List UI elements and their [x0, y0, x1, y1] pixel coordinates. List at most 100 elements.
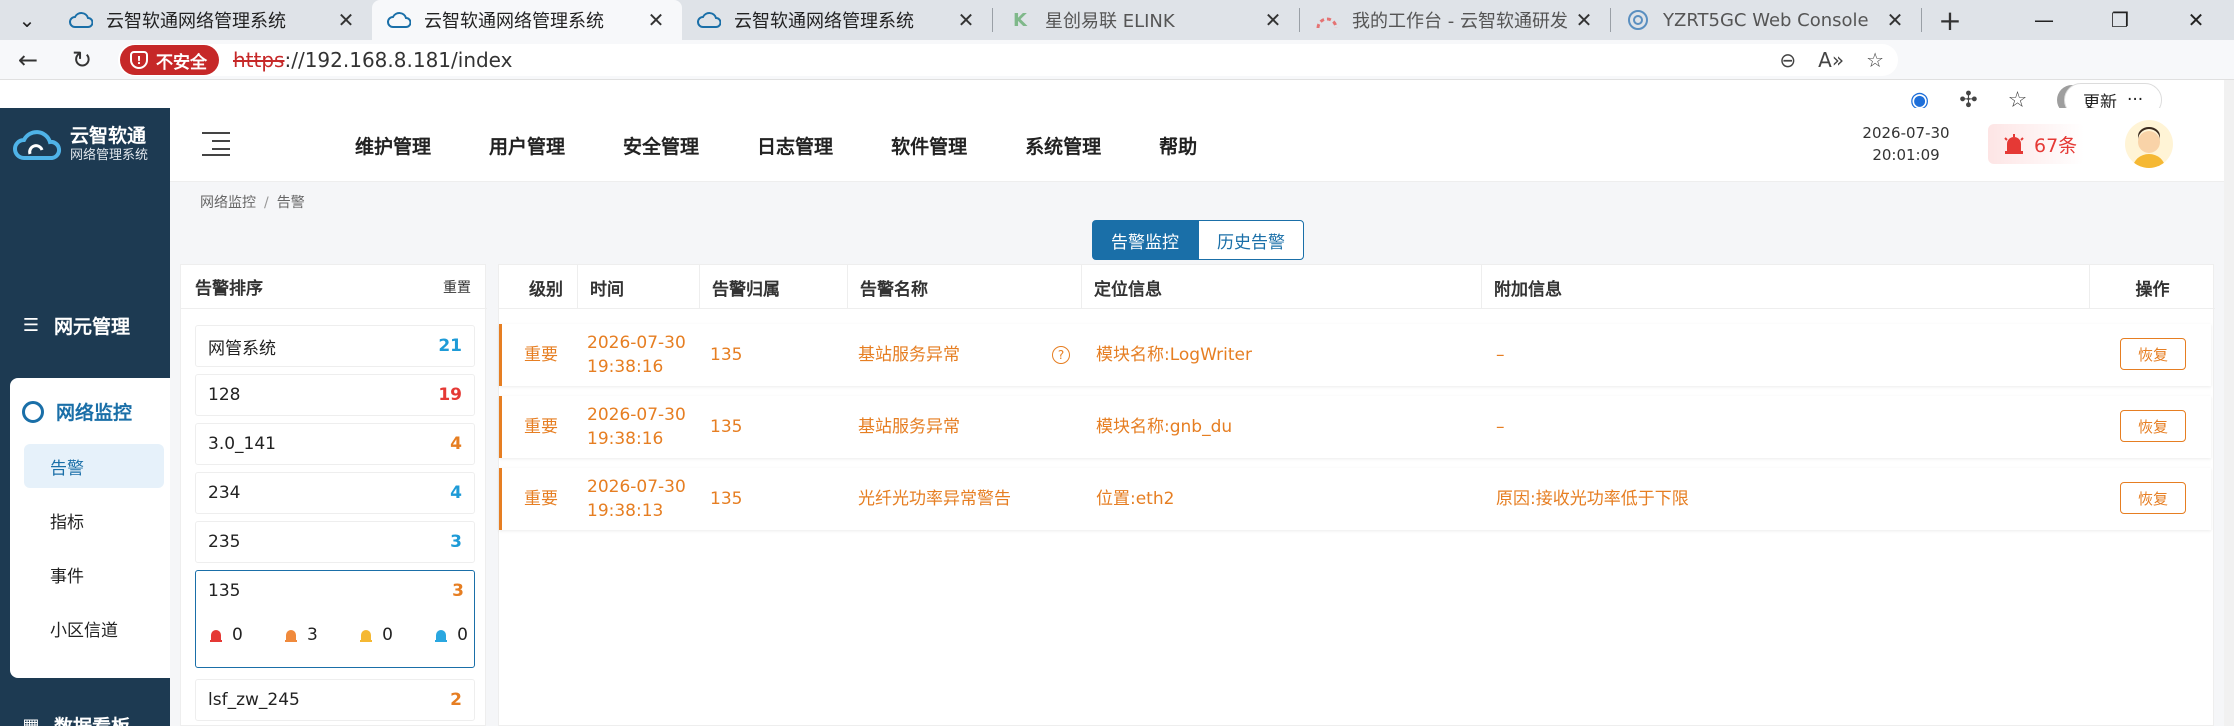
rank-item[interactable]: 128 19	[195, 374, 475, 416]
severity-warning: 0	[433, 625, 468, 645]
table-row[interactable]: 重要 2026-07-30 19:38:13 135 光纤光功率异常警告 位置:…	[499, 468, 2211, 530]
top-nav: 维护管理 用户管理 安全管理 日志管理 软件管理 系统管理 帮助	[355, 108, 1255, 182]
restore-button[interactable]: 恢复	[2120, 482, 2186, 514]
tab-title: YZRT5GC Web Console	[1663, 9, 1869, 31]
breadcrumb-network-monitor[interactable]: 网络监控	[200, 195, 256, 211]
sidebar-item-data-board[interactable]: ▦ 数据看板	[20, 712, 130, 726]
rank-item[interactable]: 234 4	[195, 472, 475, 514]
new-tab-plus-icon[interactable]: +	[1922, 0, 1978, 40]
nav-system[interactable]: 系统管理	[1025, 132, 1101, 159]
ranking-reset-button[interactable]: 重置	[443, 277, 471, 297]
cell-name: 基站服务异常	[858, 345, 960, 365]
zoom-out-icon[interactable]: ⊖	[1779, 48, 1796, 72]
table-header: 级别 时间 告警归属 告警名称 定位信息 附加信息 操作	[499, 265, 2215, 309]
sidebar-item-network-monitor[interactable]: 网络监控	[22, 398, 132, 425]
rank-item[interactable]: 235 3	[195, 521, 475, 563]
cell-name: 基站服务异常	[858, 417, 960, 437]
close-icon[interactable]: ✕	[954, 8, 978, 32]
logo-title: 云智软通	[70, 125, 147, 147]
nav-software[interactable]: 软件管理	[891, 132, 967, 159]
close-icon[interactable]: ✕	[1572, 8, 1596, 32]
sidebar-subitem-alarm[interactable]: 告警	[24, 444, 164, 488]
cell-time: 2026-07-30 19:38:16	[587, 324, 686, 386]
reload-icon[interactable]: ↻	[56, 40, 108, 80]
sidebar-subitem-metrics[interactable]: 指标	[24, 498, 164, 542]
menu-fold-icon[interactable]	[202, 132, 230, 156]
severity-critical: 0	[208, 625, 243, 645]
minimize-icon[interactable]: —	[2006, 0, 2082, 40]
rank-item[interactable]: lsf_zw_245 2	[195, 679, 475, 721]
cell-level: 重要	[524, 417, 558, 437]
tab-alarm-history[interactable]: 历史告警	[1198, 220, 1304, 260]
cell-owner: 135	[710, 345, 743, 365]
cell-location: 模块名称:LogWriter	[1096, 345, 1252, 365]
severity-count: 0	[232, 625, 243, 645]
clock-time: 20:01:09	[1872, 146, 1940, 164]
rank-item-name: 235	[208, 532, 241, 552]
close-icon[interactable]: ✕	[644, 8, 668, 32]
browser-tab[interactable]: K 星创易联 ELINK ✕	[993, 0, 1299, 40]
tab-alarm-monitor[interactable]: 告警监控	[1092, 220, 1198, 260]
restore-button[interactable]: 恢复	[2120, 410, 2186, 442]
rank-item-count: 3	[450, 532, 462, 552]
minor-siren-icon	[360, 630, 373, 642]
restore-window-icon[interactable]: ❐	[2082, 0, 2158, 40]
read-aloud-icon[interactable]: A»	[1818, 48, 1844, 72]
favorite-star-icon[interactable]: ☆	[1866, 48, 1884, 72]
close-window-icon[interactable]: ✕	[2158, 0, 2234, 40]
help-question-icon[interactable]: ?	[1052, 346, 1070, 364]
omnibox-actions: ⊖ A» ☆	[1779, 44, 1884, 76]
url-text[interactable]: https://192.168.8.181/index	[233, 48, 512, 72]
nav-help[interactable]: 帮助	[1159, 132, 1197, 159]
rank-item[interactable]: 网管系统 21	[195, 325, 475, 367]
browser-tab-active[interactable]: 云智软通网络管理系统 ✕	[372, 0, 682, 40]
back-arrow-icon[interactable]: ←	[2, 40, 54, 80]
sidebar-subitem-events[interactable]: 事件	[24, 552, 164, 596]
warning-siren-icon	[435, 630, 448, 642]
nav-maintenance[interactable]: 维护管理	[355, 132, 431, 159]
nav-security[interactable]: 安全管理	[623, 132, 699, 159]
tab-title: 云智软通网络管理系统	[734, 11, 914, 32]
cell-owner: 135	[710, 489, 743, 509]
close-icon[interactable]: ✕	[1883, 8, 1907, 32]
major-siren-icon	[285, 630, 298, 642]
server-icon: ☰	[22, 315, 40, 336]
rank-item-name: 234	[208, 483, 241, 503]
tab-search-chevron-icon[interactable]: ⌄	[0, 0, 54, 40]
tab-title: 星创易联 ELINK	[1045, 11, 1175, 32]
browser-tab[interactable]: 我的工作台 - 云智软通研发 ✕	[1300, 0, 1610, 40]
breadcrumb: 网络监控 / 告警	[200, 195, 305, 211]
restore-button[interactable]: 恢复	[2120, 338, 2186, 370]
sidebar-item-ne-management[interactable]: ☰ 网元管理	[20, 312, 130, 339]
alarm-count-badge[interactable]: 67条	[1988, 124, 2084, 164]
close-icon[interactable]: ✕	[334, 8, 358, 32]
cell-level: 重要	[524, 345, 558, 365]
table-row[interactable]: 重要 2026-07-30 19:38:16 135 基站服务异常 ? 模块名称…	[499, 324, 2211, 386]
rank-item-selected[interactable]: 135 3 0 3 0 0	[195, 570, 475, 668]
user-avatar[interactable]	[2125, 120, 2173, 168]
subitem-label: 事件	[50, 566, 84, 587]
page-scrollbar[interactable]	[2224, 80, 2234, 726]
cell-extra: 原因:接收光功率低于下限	[1496, 489, 1689, 509]
rank-item[interactable]: 3.0_141 4	[195, 423, 475, 465]
severity-count: 0	[382, 625, 393, 645]
nav-logs[interactable]: 日志管理	[757, 132, 833, 159]
table-row[interactable]: 重要 2026-07-30 19:38:16 135 基站服务异常 模块名称:g…	[499, 396, 2211, 458]
dashboard-icon: ▦	[22, 715, 40, 726]
critical-siren-icon	[210, 630, 222, 642]
col-level: 级别	[529, 279, 563, 300]
rank-item-count: 4	[450, 434, 462, 454]
subitem-label: 告警	[50, 458, 84, 479]
browser-tab[interactable]: 云智软通网络管理系统 ✕	[54, 0, 372, 40]
sidebar-subitem-cell-channel[interactable]: 小区信道	[24, 606, 164, 650]
nav-users[interactable]: 用户管理	[489, 132, 565, 159]
url-omnibox[interactable]: ! 不安全 https://192.168.8.181/index ⊖ A» ☆	[118, 44, 1898, 76]
browser-tab[interactable]: 云智软通网络管理系统 ✕	[682, 0, 992, 40]
alarm-siren-icon	[2004, 134, 2024, 154]
browser-tab[interactable]: YZRT5GC Web Console ✕	[1611, 0, 1921, 40]
close-icon[interactable]: ✕	[1261, 8, 1285, 32]
col-extra: 附加信息	[1481, 265, 1562, 309]
cell-location: 位置:eth2	[1096, 489, 1175, 509]
cell-time: 2026-07-30 19:38:13	[587, 468, 686, 530]
insecure-badge[interactable]: ! 不安全	[120, 45, 219, 75]
